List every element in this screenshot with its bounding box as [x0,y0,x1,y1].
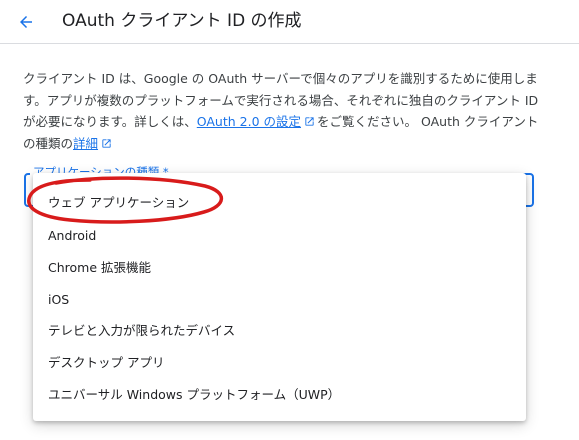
details-link[interactable]: 詳細 [73,136,98,151]
menu-item-ios[interactable]: iOS [33,284,526,315]
oauth-settings-link[interactable]: OAuth 2.0 の設定 [197,114,301,129]
open-in-new-icon [102,138,111,148]
menu-item-web-application[interactable]: ウェブ アプリケーション [33,187,526,218]
page: OAuth クライアント ID の作成 クライアント ID は、Google の… [0,0,579,440]
menu-item-chrome-extension[interactable]: Chrome 拡張機能 [33,252,526,283]
back-button[interactable] [12,8,40,36]
menu-item-desktop-app[interactable]: デスクトップ アプリ [33,347,526,378]
menu-item-uwp[interactable]: ユニバーサル Windows プラットフォーム（UWP） [33,379,526,410]
description: クライアント ID は、Google の OAuth サーバーで個々のアプリを識… [23,68,541,154]
menu-item-android[interactable]: Android [33,220,526,251]
page-header: OAuth クライアント ID の作成 [0,0,579,44]
page-title: OAuth クライアント ID の作成 [62,11,302,31]
arrow-back-icon [20,16,32,28]
open-in-new-icon [305,117,314,126]
application-type-menu: ウェブ アプリケーション Android Chrome 拡張機能 iOS テレビ… [33,173,526,421]
menu-item-tv-limited-input[interactable]: テレビと入力が限られたデバイス [33,315,526,346]
